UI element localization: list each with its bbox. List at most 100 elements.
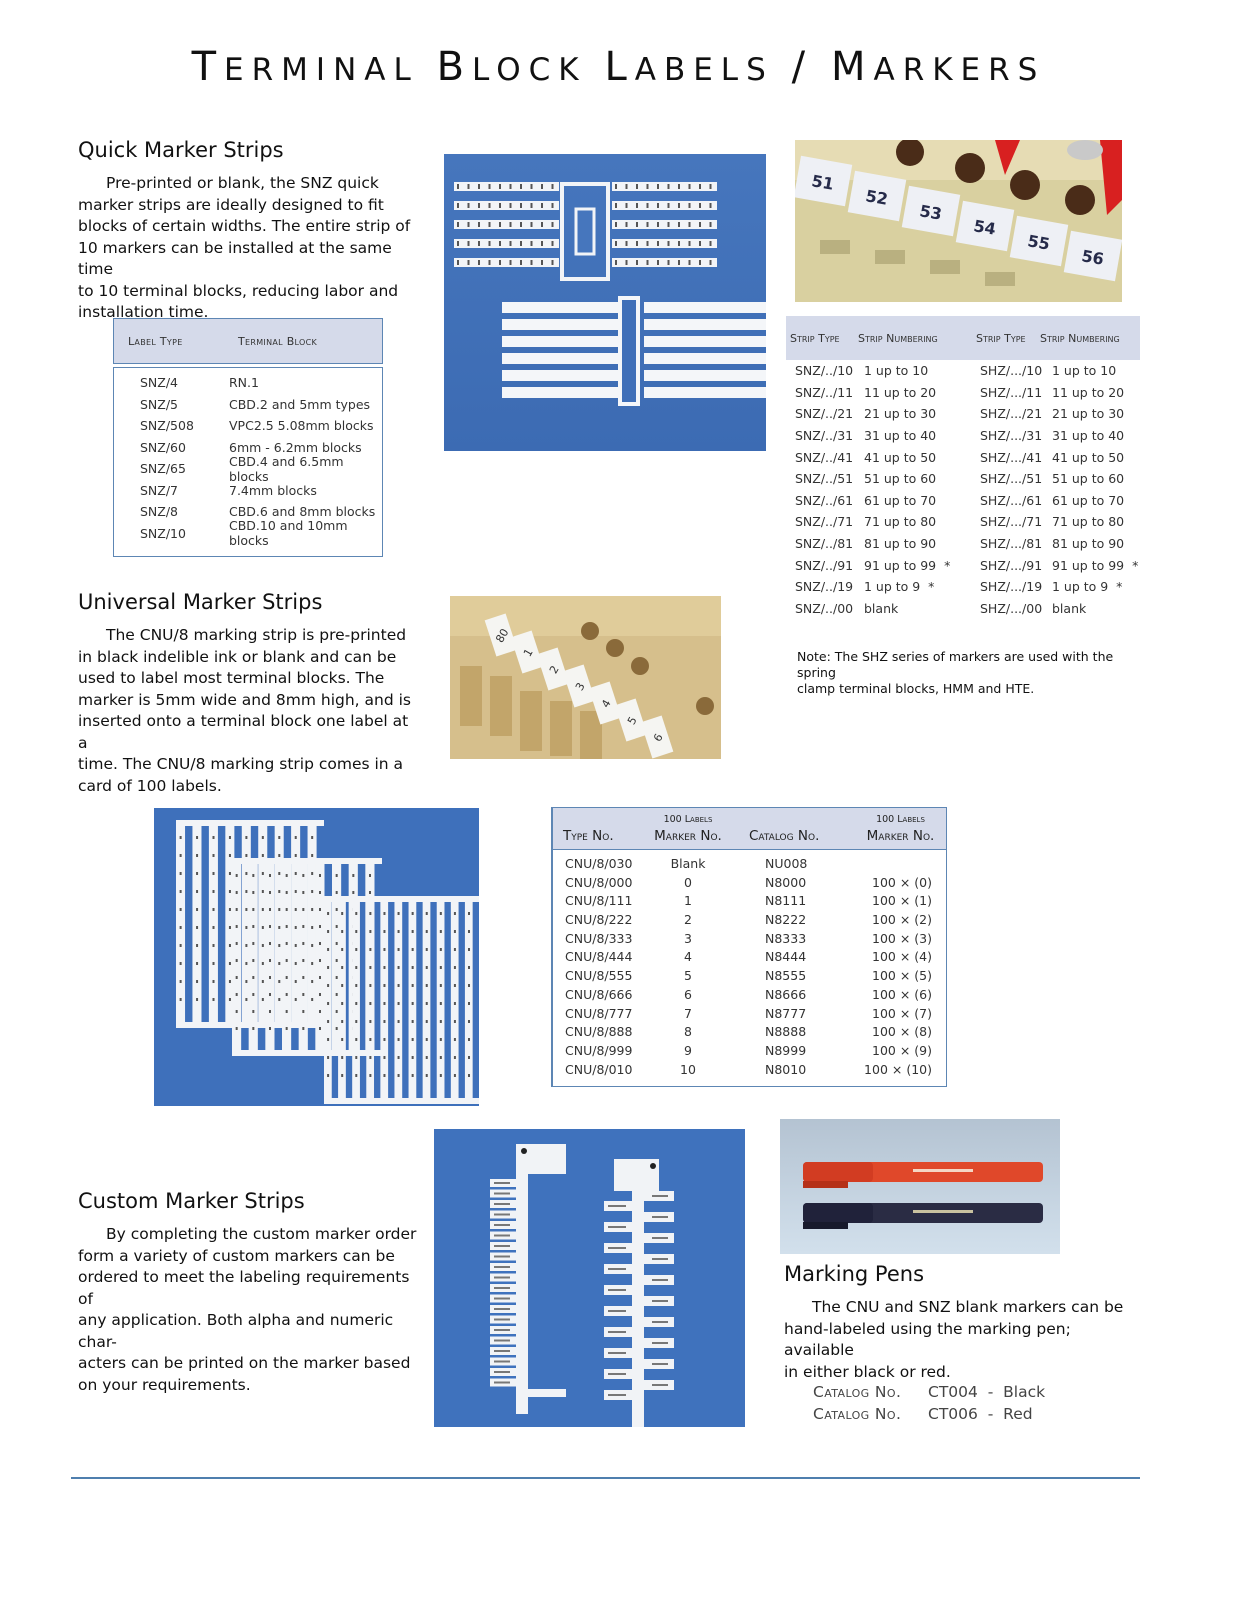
marker-label: 52 bbox=[847, 170, 907, 222]
svg-text:52: 52 bbox=[864, 186, 889, 209]
table-row: CNU/8/030 Blank NU008 bbox=[553, 855, 946, 874]
custom-marker-photo bbox=[434, 1129, 745, 1427]
universal-marker-description: The CNU/8 marking strip is pre-printed i… bbox=[78, 625, 418, 797]
column-header: Strip Type bbox=[790, 331, 840, 345]
title-word: MARKERS bbox=[830, 44, 1046, 90]
column-header: Marker No. bbox=[866, 828, 935, 844]
label-type-cell: SNZ/10 bbox=[140, 525, 186, 541]
marker-no-cell: 0 bbox=[684, 874, 692, 890]
table-row: CNU/8/222 2 N8222 100 × (2) bbox=[553, 911, 946, 930]
table-row: SNZ/../81 81 up to 90 SHZ/.../81 81 up to 9… bbox=[786, 533, 1146, 555]
type-no-cell: CNU/8/010 bbox=[565, 1061, 633, 1077]
svg-text:54: 54 bbox=[972, 216, 997, 239]
text-line: in black indelible ink or blank and can … bbox=[78, 647, 397, 666]
text-line: hand-labeled using the marking pen; avai… bbox=[784, 1319, 1071, 1360]
marker-qty-cell: 100 × (6) bbox=[872, 986, 932, 1002]
snz-strip-type-cell: SNZ/../11 bbox=[795, 384, 854, 400]
catalog-no-cell: N8333 bbox=[765, 930, 807, 946]
marker-qty-cell: 100 × (0) bbox=[872, 874, 932, 890]
type-no-cell: CNU/8/444 bbox=[565, 949, 633, 965]
shz-strip-type-cell: SHZ/.../81 bbox=[980, 536, 1043, 552]
text-line: on your requirements. bbox=[78, 1375, 251, 1394]
marker-no-cell: 1 bbox=[684, 893, 692, 909]
shz-strip-type-cell: SHZ/.../51 bbox=[980, 471, 1043, 487]
cnu-marker-cards-photo bbox=[154, 808, 479, 1106]
column-header: Strip Numbering bbox=[858, 331, 938, 345]
table-row: SNZ/10 CBD.10 and 10mm blocks bbox=[114, 518, 382, 548]
title-word: TERMINAL bbox=[191, 44, 419, 90]
snz-strip-type-cell: SNZ/../81 bbox=[795, 536, 854, 552]
snz-strip-type-cell: SNZ/../61 bbox=[795, 492, 854, 508]
svg-text:55: 55 bbox=[1026, 231, 1051, 254]
snz-numbering-cell: 61 up to 70 bbox=[864, 492, 937, 508]
catalog-no-cell: N8999 bbox=[765, 1042, 807, 1058]
shz-strip-type-cell: SHZ/.../10 bbox=[980, 363, 1043, 379]
snz-strip-type-cell: SNZ/../91 bbox=[795, 557, 854, 573]
table-row: SNZ/../61 61 up to 70 SHZ/.../61 61 up to 7… bbox=[786, 490, 1146, 512]
shz-strip-type-cell: SHZ/.../61 bbox=[980, 492, 1043, 508]
text-line: The CNU and SNZ blank markers can be bbox=[812, 1298, 1124, 1316]
type-no-cell: CNU/8/030 bbox=[565, 856, 633, 871]
strip-table-header: Strip Type Strip Numbering Strip Type St… bbox=[786, 316, 1140, 360]
text-line: card of 100 labels. bbox=[78, 776, 222, 795]
table-row: CNU/8/333 3 N8333 100 × (3) bbox=[553, 930, 946, 949]
shz-numbering-cell: 31 up to 40 bbox=[1052, 428, 1125, 444]
catalog-no-cell: N8010 bbox=[765, 1061, 807, 1077]
table-row: SNZ/../10 1 up to 10 SHZ/.../10 1 up to 10 bbox=[786, 360, 1146, 382]
label-type-cell: SNZ/7 bbox=[140, 482, 179, 498]
catalog-value: CT006 - Red bbox=[928, 1405, 1033, 1423]
table-row: SNZ/../71 71 up to 80 SHZ/.../71 71 up to 8… bbox=[786, 511, 1146, 533]
universal-marker-illustration: 80123456 bbox=[450, 596, 721, 759]
table-row: SNZ/../11 11 up to 20 SHZ/.../11 11 up to 2… bbox=[786, 382, 1146, 404]
shz-numbering-cell: 11 up to 20 bbox=[1052, 384, 1125, 400]
column-header-note: 100 Labels bbox=[876, 814, 925, 825]
table-row: CNU/8/777 7 N8777 100 × (7) bbox=[553, 1005, 946, 1024]
marker-no-cell: 8 bbox=[684, 1024, 692, 1040]
catalog-no-cell: N8222 bbox=[765, 912, 807, 928]
marker-label: 54 bbox=[955, 200, 1015, 252]
marking-pens-heading: Marking Pens bbox=[784, 1262, 925, 1286]
snz-numbering-cell: 31 up to 40 bbox=[864, 428, 937, 444]
shz-note: Note: The SHZ series of markers are used… bbox=[797, 649, 1142, 697]
shz-strip-type-cell: SHZ/.../00 bbox=[980, 600, 1043, 616]
label-type-cell: SNZ/508 bbox=[140, 418, 194, 434]
table-row: SNZ/../19 1 up to 9 * SHZ/.../19 1 up to 9 … bbox=[786, 576, 1146, 598]
text-line: clamp terminal blocks, HMM and HTE. bbox=[797, 681, 1035, 696]
title-word: LABELS bbox=[604, 44, 774, 90]
cnu-table-body: CNU/8/030 Blank NU008 CNU/8/000 0 N8000 100 × … bbox=[553, 855, 946, 1079]
marker-no-cell: 7 bbox=[684, 1005, 692, 1021]
catalog-no-cell: N8777 bbox=[765, 1005, 807, 1021]
universal-marker-heading: Universal Marker Strips bbox=[78, 590, 323, 614]
marker-no-cell: 4 bbox=[684, 949, 692, 965]
terminal-block-cell: CBD.4 and 6.5mm blocks bbox=[229, 453, 344, 484]
text-line: blocks of certain widths. The entire str… bbox=[78, 217, 411, 235]
catalog-value: CT004 - Black bbox=[928, 1383, 1046, 1401]
custom-marker-description: By completing the custom marker order fo… bbox=[78, 1224, 423, 1396]
marker-qty-cell: 100 × (8) bbox=[872, 1024, 932, 1040]
type-no-cell: CNU/8/222 bbox=[565, 912, 633, 928]
catalog-no-cell: N8666 bbox=[765, 986, 807, 1002]
catalog-no-cell: N8111 bbox=[765, 893, 807, 909]
shz-numbering-cell: blank bbox=[1052, 600, 1087, 616]
svg-text:56: 56 bbox=[1080, 246, 1105, 269]
table-row: SNZ/../21 21 up to 30 SHZ/.../21 21 up to 3… bbox=[786, 403, 1146, 425]
type-no-cell: CNU/8/888 bbox=[565, 1024, 633, 1040]
marker-qty-cell: 100 × (7) bbox=[872, 1005, 932, 1021]
marker-label: 53 bbox=[901, 185, 961, 237]
catalog-no-cell: N8888 bbox=[765, 1024, 807, 1040]
quick-marker-strips-photo bbox=[444, 154, 766, 451]
table-row: SNZ/../41 41 up to 50 SHZ/.../41 41 up to 5… bbox=[786, 446, 1146, 468]
shz-numbering-cell: 21 up to 30 bbox=[1052, 406, 1125, 422]
table-row: SNZ/../31 31 up to 40 SHZ/.../31 31 up to 4… bbox=[786, 425, 1146, 447]
text-line: ordered to meet the labeling requirement… bbox=[78, 1268, 410, 1308]
strip-table: SNZ/../10 1 up to 10 SHZ/.../10 1 up to 10 S… bbox=[786, 360, 1146, 619]
text-line: time. The CNU/8 marking strip comes in a bbox=[78, 755, 404, 773]
snz-strip-type-cell: SNZ/../71 bbox=[795, 514, 854, 530]
snz-numbering-cell: 1 up to 10 bbox=[864, 363, 929, 379]
column-header: Marker No. bbox=[654, 828, 722, 844]
table-row: SNZ/5 CBD.2 and 5mm types bbox=[114, 394, 382, 416]
snz-numbering-cell: 51 up to 60 bbox=[864, 471, 937, 487]
snz-numbering-cell: blank bbox=[864, 600, 899, 616]
label-type-table-header: Label Type Terminal Block bbox=[113, 318, 383, 364]
title-word: / bbox=[791, 44, 814, 90]
